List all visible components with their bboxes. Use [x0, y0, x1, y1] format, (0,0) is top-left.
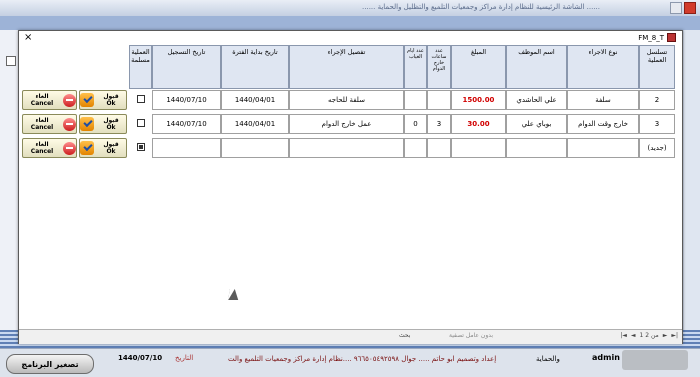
row3-amount[interactable]: [451, 138, 506, 158]
app-right-panel: [684, 30, 700, 330]
row3-period-start[interactable]: [221, 138, 289, 158]
ok-icon: [80, 93, 94, 107]
row2-ok-button[interactable]: قبول Ok: [79, 114, 127, 134]
nav-search[interactable]: بحث: [399, 332, 410, 339]
row1-overtime-hours[interactable]: [427, 90, 451, 110]
cancel-label-en: Cancel: [30, 124, 54, 131]
row3-type[interactable]: [567, 138, 639, 158]
row3-overtime-hours[interactable]: [427, 138, 451, 158]
row2-delivered[interactable]: [129, 114, 152, 134]
row3-details[interactable]: [289, 138, 404, 158]
nav-first-icon[interactable]: |◄: [620, 332, 627, 339]
cancel-label-ar: الغاء: [35, 141, 49, 148]
row1-amount[interactable]: 1500.00: [451, 90, 506, 110]
row1-absence-days[interactable]: [404, 90, 427, 110]
cancel-label-ar: الغاء: [35, 93, 49, 100]
row3-absence-days[interactable]: [404, 138, 427, 158]
header-overtime-hours: عدد ساعات خارج الدوام: [427, 45, 451, 89]
row2-reg-date[interactable]: 1440/07/10: [152, 114, 221, 134]
ok-label-ar: قبول: [103, 93, 119, 100]
form-icon: [667, 33, 676, 42]
left-checkbox[interactable]: [6, 56, 16, 66]
row2-overtime-hours[interactable]: 3: [427, 114, 451, 134]
row1-delivered[interactable]: [129, 90, 152, 110]
row1-employee[interactable]: علي الحاشدي: [506, 90, 567, 110]
row2-amount[interactable]: 30.00: [451, 114, 506, 134]
cancel-icon: [63, 93, 76, 107]
nav-record-count: 1 من 2: [639, 332, 659, 339]
row1-period-start[interactable]: 1440/04/01: [221, 90, 289, 110]
header-seq: تسلسل العملية: [639, 45, 675, 89]
header-details: تفصيل الإجراء: [289, 45, 404, 89]
dialog-title-text: FM_8_T: [638, 33, 664, 42]
row1-cancel-button[interactable]: الغاء Cancel: [22, 90, 77, 110]
app-toolbar: [0, 16, 700, 30]
app-close-icon[interactable]: [684, 2, 696, 14]
row1-ok-button[interactable]: قبول Ok: [79, 90, 127, 110]
row2-details[interactable]: عمل خارج الدوام: [289, 114, 404, 134]
header-delivered: العملية مسلمة: [129, 45, 152, 89]
nav-next-icon[interactable]: ►: [663, 332, 668, 339]
nav-last-icon[interactable]: ►|: [671, 332, 678, 339]
cancel-icon: [63, 117, 76, 131]
status-user: admin: [592, 353, 620, 362]
row3-ok-button[interactable]: قبول Ok: [79, 138, 127, 158]
row3-cancel-button[interactable]: الغاء Cancel: [22, 138, 77, 158]
row3-delivered-checkbox[interactable]: [136, 143, 145, 151]
row2-cancel-button[interactable]: الغاء Cancel: [22, 114, 77, 134]
status-date: 1440/07/10: [118, 354, 163, 362]
cancel-label-en: Cancel: [30, 148, 54, 155]
row2-absence-days[interactable]: 0: [404, 114, 427, 134]
row3-seq[interactable]: (جديد): [639, 138, 675, 158]
status-date-label: التاريخ: [175, 354, 194, 362]
ok-label-en: Ok: [106, 124, 116, 131]
row3-delivered[interactable]: [129, 138, 152, 158]
header-employee: اسم الموظف: [506, 45, 567, 89]
row2-employee[interactable]: بوباي علي: [506, 114, 567, 134]
ok-label-en: Ok: [106, 100, 116, 107]
ok-icon: [80, 141, 94, 155]
row2-type[interactable]: خارج وقت الدوام: [567, 114, 639, 134]
app-title: ...... الشاشة الرئيسية للنظام إدارة مراك…: [362, 3, 600, 11]
cancel-icon: [63, 141, 76, 155]
row1-type[interactable]: سلفة: [567, 90, 639, 110]
actions-dialog: × FM_8_T تسلسل العملية نوع الاجراء اسم ا…: [18, 30, 683, 344]
row3-employee[interactable]: [506, 138, 567, 158]
nav-filter[interactable]: بدون عامل تصفية: [449, 332, 493, 339]
watermark-stamp: [622, 350, 688, 370]
cancel-label-en: Cancel: [30, 100, 54, 107]
nav-record: |◄ ◄ 1 من 2 ► ►|: [620, 332, 678, 339]
row1-reg-date[interactable]: 1440/07/10: [152, 90, 221, 110]
header-period-start: تاريخ بداية الفترة: [221, 45, 289, 89]
header-reg-date: تاريخ التسجيل: [152, 45, 221, 89]
header-absence-days: عدد ايام الغياب: [404, 45, 427, 89]
header-type: نوع الاجراء: [567, 45, 639, 89]
record-navigator: بحث بدون عامل تصفية |◄ ◄ 1 من 2 ► ►|: [19, 329, 682, 344]
cancel-label-ar: الغاء: [35, 117, 49, 124]
ok-label-ar: قبول: [103, 141, 119, 148]
dialog-title: FM_8_T: [638, 33, 676, 42]
row2-period-start[interactable]: 1440/04/01: [221, 114, 289, 134]
status-mode: والحماية: [536, 355, 560, 363]
row1-delivered-checkbox[interactable]: [136, 95, 145, 103]
row1-details[interactable]: سلفة للحاجه: [289, 90, 404, 110]
row1-seq[interactable]: 2: [639, 90, 675, 110]
ok-icon: [80, 117, 94, 131]
ok-label-ar: قبول: [103, 117, 119, 124]
app-maximize-icon[interactable]: [670, 2, 682, 14]
ok-label-en: Ok: [106, 148, 116, 155]
row2-seq[interactable]: 3: [639, 114, 675, 134]
nav-prev-icon[interactable]: ◄: [631, 332, 636, 339]
app-titlebar: ...... الشاشة الرئيسية للنظام إدارة مراك…: [0, 0, 700, 17]
header-amount: المبلغ: [451, 45, 506, 89]
mouse-cursor-icon: [228, 289, 240, 300]
status-credit: إعداد وتصميم ابو حاتم ..... جوال ٩٦٦٥٠٥٤…: [228, 355, 497, 363]
row2-delivered-checkbox[interactable]: [136, 119, 145, 127]
row3-reg-date[interactable]: [152, 138, 221, 158]
minimize-program-button[interactable]: تصغير البرنامج: [6, 354, 94, 374]
dialog-close-icon[interactable]: ×: [24, 33, 32, 43]
